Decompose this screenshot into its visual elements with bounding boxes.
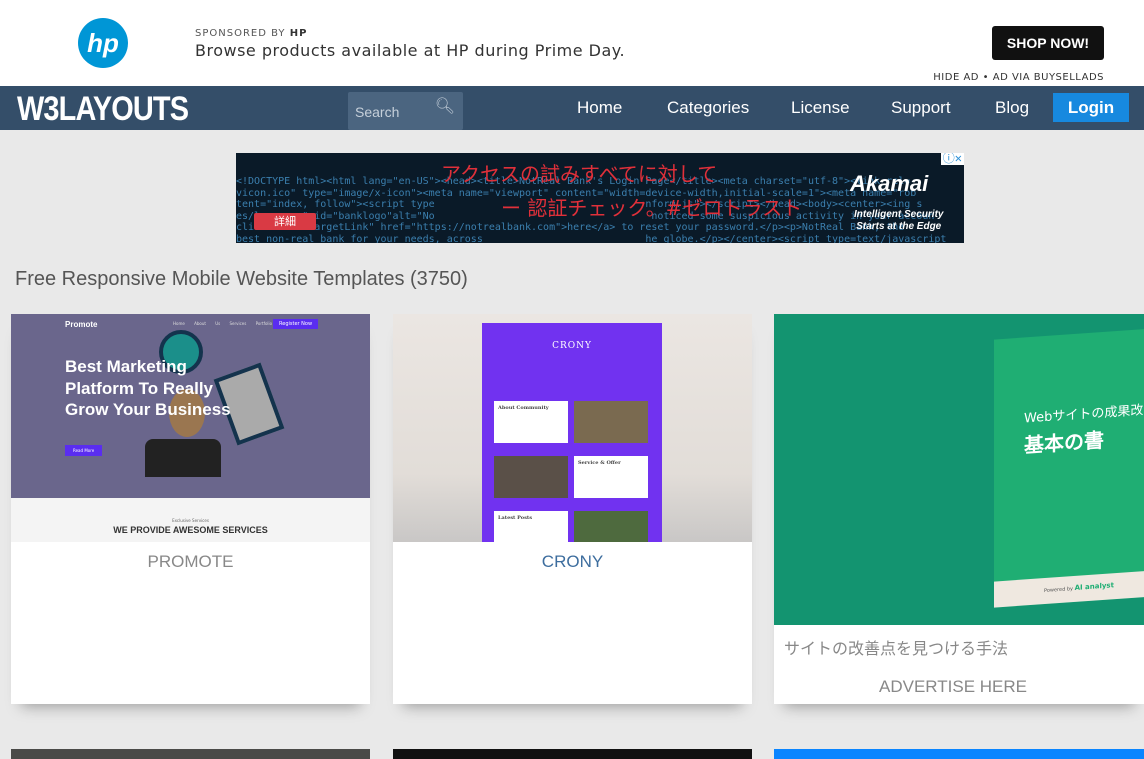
akamai-tagline: Intelligent Security Starts at the Edge: [854, 209, 943, 233]
search-placeholder: Search: [355, 104, 400, 120]
preview-nav-item: Portfolio: [255, 321, 273, 326]
preview-photo: [574, 511, 648, 542]
nav-support[interactable]: Support: [891, 98, 951, 118]
book-title-2: 基本の書: [1024, 429, 1104, 458]
banner-headline-1: アクセスの試みすべてに対して: [441, 162, 718, 186]
template-card-next[interactable]: [11, 749, 370, 759]
sponsored-prefix: SPONSORED BY: [195, 28, 286, 39]
preview-hero-text: Best Marketing Platform To Really Grow Y…: [65, 357, 231, 419]
person-illustration: [145, 439, 221, 477]
nav-categories[interactable]: Categories: [667, 98, 749, 118]
template-name[interactable]: PROMOTE: [11, 552, 370, 572]
template-card-next[interactable]: [393, 749, 752, 759]
banner-headline-2: ー 認証チェック。#ゼロトラスト: [501, 196, 803, 220]
preview-photo: [494, 456, 568, 498]
tagline-line-2: Starts at the Edge: [856, 221, 942, 232]
crony-thumbnail[interactable]: CRONY About Community Service & Offer La…: [393, 314, 752, 542]
advertise-here-link[interactable]: ADVERTISE HERE: [774, 677, 1144, 697]
template-card-promote[interactable]: Promote Home About Us Services Portfolio…: [11, 314, 370, 704]
search-input[interactable]: Search 🔍︎: [348, 92, 463, 130]
sponsored-label: SPONSORED BY HP: [195, 28, 307, 39]
preview-register-button: Register Now: [273, 319, 319, 329]
preview-brand: CRONY: [552, 341, 592, 351]
preview-services-sub: Exclusive Services: [172, 518, 209, 523]
shop-now-button[interactable]: SHOP NOW!: [992, 26, 1104, 60]
ad-text[interactable]: Browse products available at HP during P…: [195, 41, 625, 60]
login-button[interactable]: Login: [1053, 93, 1129, 122]
template-card-next[interactable]: [774, 749, 1144, 759]
nav-license[interactable]: License: [791, 98, 850, 118]
search-icon[interactable]: 🔍︎: [435, 96, 455, 115]
book-title-1: Webサイトの成果改善: [1024, 402, 1144, 427]
akamai-banner-ad[interactable]: <!DOCTYPE html><html lang="en-US"><head>…: [236, 153, 964, 243]
preview-read-more: Read More: [65, 445, 103, 456]
banner-details-button[interactable]: 詳細: [254, 213, 316, 230]
ad-caption[interactable]: サイトの改善点を見つける手法: [774, 625, 1144, 659]
template-card-crony[interactable]: CRONY About Community Service & Offer La…: [393, 314, 752, 704]
akamai-logo: Akamai: [850, 171, 929, 196]
hp-logo[interactable]: hp: [78, 18, 128, 68]
book-footer: Powered by AI analyst: [994, 570, 1144, 608]
section-title: Free Responsive Mobile Website Templates…: [15, 268, 468, 290]
sponsor-ad-bar: hp SPONSORED BY HP Browse products avail…: [0, 0, 1144, 86]
preview-brand: Promote: [65, 320, 98, 329]
preview-services: Exclusive Services WE PROVIDE AWESOME SE…: [11, 498, 370, 542]
preview-panel: CRONY About Community Service & Offer La…: [482, 323, 662, 542]
preview-box: Service & Offer: [574, 456, 648, 498]
preview-nav-item: About Us: [194, 321, 221, 326]
preview-box: Latest Posts: [494, 511, 568, 542]
preview-nav-item: Home: [173, 321, 185, 326]
site-logo[interactable]: W3LAYOUTS: [17, 90, 189, 129]
sponsor-name: HP: [289, 28, 308, 39]
powered-by: Powered by: [1044, 586, 1073, 595]
nav-home[interactable]: Home: [577, 98, 622, 118]
tagline-line-1: Intelligent Security: [854, 209, 944, 220]
main-nav: W3LAYOUTS Search 🔍︎ Home Categories Lice…: [0, 86, 1144, 130]
preview-photo: [574, 401, 648, 443]
ai-analyst-logo: AI analyst: [1074, 581, 1114, 592]
nav-blog[interactable]: Blog: [995, 98, 1029, 118]
advertise-card[interactable]: Webサイトの成果改善 基本の書 Powered by AI analyst サ…: [774, 314, 1144, 704]
preview-box: About Community: [494, 401, 568, 443]
ad-thumbnail[interactable]: Webサイトの成果改善 基本の書 Powered by AI analyst: [774, 314, 1144, 625]
promote-thumbnail[interactable]: Promote Home About Us Services Portfolio…: [11, 314, 370, 542]
preview-nav-item: Services: [229, 321, 247, 326]
preview-services-heading: WE PROVIDE AWESOME SERVICES: [113, 525, 268, 535]
adchoices-close-icon[interactable]: ⓘ✕: [940, 153, 964, 165]
book-illustration: Webサイトの成果改善 基本の書 Powered by AI analyst: [994, 328, 1144, 608]
template-name[interactable]: CRONY: [393, 552, 752, 572]
hide-ad-link[interactable]: HIDE AD • AD VIA BUYSELLADS: [933, 72, 1104, 83]
